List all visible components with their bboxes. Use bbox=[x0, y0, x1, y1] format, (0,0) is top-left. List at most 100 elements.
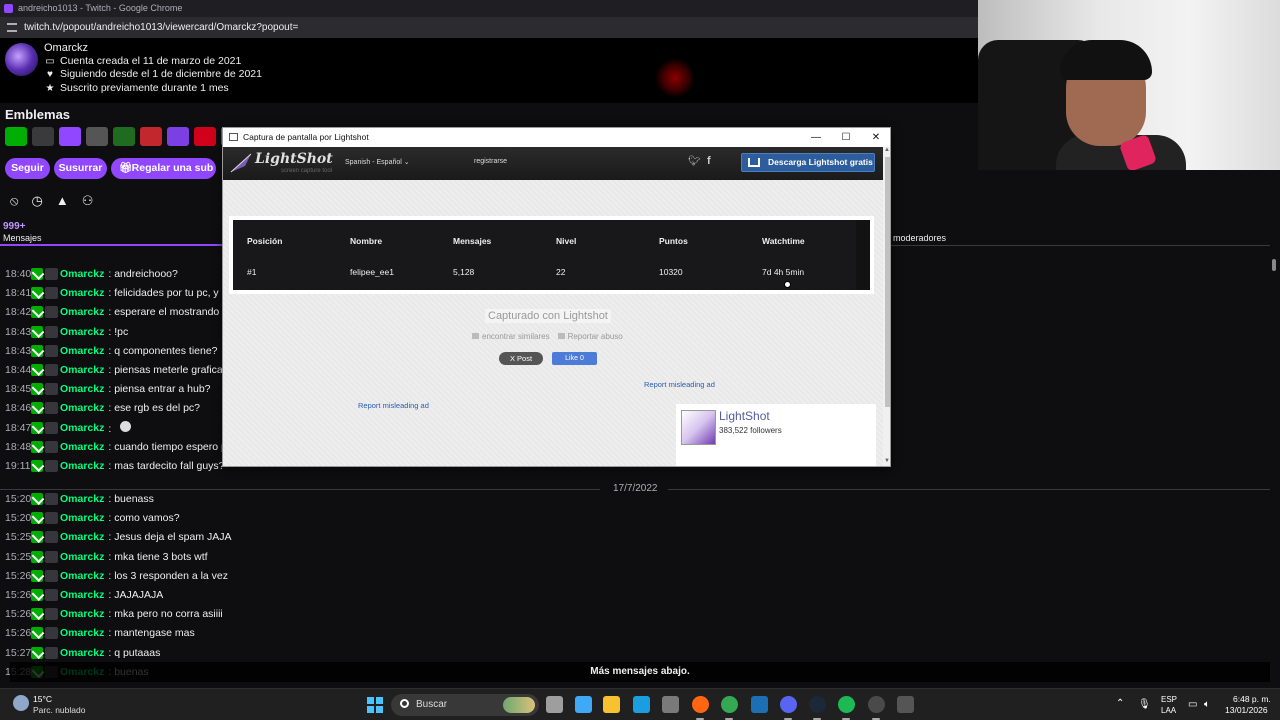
warning-icon[interactable]: ▲ bbox=[56, 193, 69, 209]
chat-username[interactable]: Omarckz bbox=[60, 402, 104, 414]
verified-badge-icon[interactable] bbox=[31, 589, 43, 601]
chat-message[interactable]: 18:44 Omarckz: piensas meterle grafica? bbox=[5, 361, 255, 379]
chat-message[interactable]: 18:41 Omarckz: felicidades por tu pc, y p… bbox=[5, 284, 255, 302]
subscriber-badge-icon[interactable] bbox=[45, 287, 58, 300]
subscriber-badge-icon[interactable] bbox=[45, 569, 58, 582]
verified-badge-icon[interactable] bbox=[31, 306, 43, 319]
subscriber-badge-icon[interactable] bbox=[45, 268, 58, 280]
emote-skull-icon[interactable] bbox=[120, 420, 132, 432]
chat-message[interactable]: 18:43 Omarckz: q componentes tiene? bbox=[5, 342, 255, 360]
avatar[interactable] bbox=[5, 43, 38, 76]
subscriber-badge-icon[interactable] bbox=[45, 608, 58, 621]
chat-message[interactable]: 18:40 Omarckz: andreichooo? bbox=[5, 265, 255, 283]
badge-icon[interactable] bbox=[86, 127, 108, 146]
lightshot-brand[interactable]: LightShot bbox=[255, 151, 333, 167]
badge-icon[interactable] bbox=[5, 127, 27, 146]
badge-icon[interactable] bbox=[32, 127, 54, 146]
subscriber-badge-icon[interactable] bbox=[45, 512, 58, 525]
chat-username[interactable]: Omarckz bbox=[60, 647, 104, 659]
report-ad-link[interactable]: Report misleading ad bbox=[644, 380, 715, 389]
chat-username[interactable]: Omarckz bbox=[60, 422, 104, 434]
close-icon[interactable]: ✕ bbox=[861, 128, 890, 147]
chat-username[interactable]: Omarckz bbox=[60, 287, 104, 299]
chat-message[interactable]: 15:25 Omarckz: mka tiene 3 bots wtf bbox=[5, 548, 405, 566]
network-icon[interactable]: ▭ bbox=[1188, 699, 1197, 710]
chat-username[interactable]: Omarckz bbox=[60, 589, 104, 601]
taskbar-app-icon[interactable] bbox=[897, 696, 914, 713]
taskbar-app-icon[interactable] bbox=[603, 696, 620, 713]
whisper-button[interactable]: Susurrar bbox=[54, 158, 107, 179]
gift-sub-button[interactable]: 🎁︎ Regalar una sub bbox=[111, 158, 216, 179]
verified-badge-icon[interactable] bbox=[31, 364, 43, 376]
chat-username[interactable]: Omarckz bbox=[60, 570, 104, 582]
subscriber-badge-icon[interactable] bbox=[45, 550, 58, 563]
weather-temperature[interactable]: 15°C bbox=[33, 694, 52, 704]
chevron-up-icon[interactable]: ⌃ bbox=[1116, 698, 1124, 709]
url-text[interactable]: twitch.tv/popout/andreicho1013/viewercar… bbox=[24, 22, 298, 33]
chat-username[interactable]: Omarckz bbox=[60, 608, 104, 620]
x-post-button[interactable]: X Post bbox=[499, 352, 543, 365]
badge-icon[interactable] bbox=[140, 127, 162, 146]
maximize-icon[interactable]: ☐ bbox=[831, 128, 861, 147]
chat-message[interactable]: 15:20 Omarckz: como vamos? bbox=[5, 509, 405, 527]
subscriber-badge-icon[interactable] bbox=[45, 531, 58, 544]
taskbar-app-icon[interactable] bbox=[546, 696, 563, 713]
verified-badge-icon[interactable] bbox=[31, 531, 43, 544]
chat-message[interactable]: 18:42 Omarckz: esperare el mostrando tu s bbox=[5, 303, 255, 321]
timeout-icon[interactable]: ◷ bbox=[31, 193, 42, 209]
report-abuse-link[interactable]: Reportar abuso bbox=[557, 332, 623, 341]
chat-message[interactable]: 18:46 Omarckz: ese rgb es del pc? bbox=[5, 399, 255, 417]
taskbar-app-icon[interactable] bbox=[868, 696, 885, 713]
taskbar-app-icon[interactable] bbox=[575, 696, 592, 713]
more-messages-banner[interactable]: Más mensajes abajo. bbox=[10, 662, 1270, 682]
scroll-up-icon[interactable]: ▲ bbox=[884, 147, 890, 153]
chat-message[interactable]: 18:47 Omarckz: bbox=[5, 419, 255, 437]
screenshot-image[interactable]: Posición Nombre Mensajes Nivel Puntos Wa… bbox=[229, 216, 874, 294]
verified-badge-icon[interactable] bbox=[31, 627, 43, 640]
chat-message[interactable]: 15:25 Omarckz: Jesus deja el spam JAJA bbox=[5, 528, 405, 546]
chat-username[interactable]: Omarckz bbox=[60, 326, 104, 338]
chat-username[interactable]: Omarckz bbox=[60, 531, 104, 543]
unmod-icon[interactable]: ⚇ bbox=[82, 193, 94, 209]
chat-username[interactable]: Omarckz bbox=[60, 512, 104, 524]
subscriber-badge-icon[interactable] bbox=[45, 402, 58, 415]
verified-badge-icon[interactable] bbox=[31, 440, 43, 453]
follow-button[interactable]: Seguir bbox=[5, 158, 50, 179]
chat-username[interactable]: Omarckz bbox=[60, 268, 104, 280]
verified-badge-icon[interactable] bbox=[31, 608, 43, 621]
verified-badge-icon[interactable] bbox=[31, 569, 43, 582]
taskbar-app-icon[interactable] bbox=[633, 696, 650, 713]
subscriber-badge-icon[interactable] bbox=[45, 421, 58, 434]
subscriber-badge-icon[interactable] bbox=[45, 306, 58, 319]
verified-badge-icon[interactable] bbox=[31, 383, 43, 396]
address-bar[interactable]: twitch.tv/popout/andreicho1013/viewercar… bbox=[0, 17, 978, 38]
input-layout[interactable]: LAA bbox=[1161, 706, 1176, 715]
chat-message[interactable]: 15:26 Omarckz: los 3 responden a la vez bbox=[5, 567, 405, 585]
twitter-icon[interactable]: 🐦︎ bbox=[688, 156, 701, 167]
volume-icon[interactable]: 🔈︎ bbox=[1204, 699, 1210, 710]
subscriber-badge-icon[interactable] bbox=[45, 460, 58, 472]
chat-message[interactable]: 18:43 Omarckz: !pc bbox=[5, 323, 255, 341]
subscriber-badge-icon[interactable] bbox=[45, 325, 58, 338]
verified-badge-icon[interactable] bbox=[31, 421, 43, 434]
follow-widget[interactable]: LightShot 383,522 followers bbox=[676, 404, 876, 466]
chat-message[interactable]: 15:26 Omarckz: mantengase mas bbox=[5, 624, 405, 642]
clock-date[interactable]: 13/01/2026 bbox=[1225, 705, 1268, 715]
chat-username[interactable]: Omarckz bbox=[60, 345, 104, 357]
scrollbar-thumb[interactable] bbox=[885, 157, 890, 407]
viewer-username[interactable]: Omarckz bbox=[44, 42, 88, 54]
chat-message[interactable]: 19:11 Omarckz: mas tardecito fall guys? bbox=[5, 457, 255, 475]
minimize-icon[interactable]: — bbox=[801, 128, 831, 147]
chat-message[interactable]: 15:26 Omarckz: JAJAJAJA bbox=[5, 586, 405, 604]
facebook-icon[interactable]: f bbox=[707, 155, 711, 167]
taskbar-search[interactable]: Buscar bbox=[391, 694, 539, 716]
ban-icon[interactable]: ⦸ bbox=[10, 193, 18, 209]
lightshot-scrollbar[interactable]: ▲ ▼ bbox=[883, 147, 890, 466]
verified-badge-icon[interactable] bbox=[31, 325, 43, 338]
verified-badge-icon[interactable] bbox=[31, 512, 43, 525]
tab-moderators[interactable]: moderadores bbox=[893, 233, 946, 243]
badge-icon[interactable] bbox=[113, 127, 135, 146]
verified-badge-icon[interactable] bbox=[31, 344, 43, 357]
subscriber-badge-icon[interactable] bbox=[45, 440, 58, 453]
verified-badge-icon[interactable] bbox=[31, 646, 43, 659]
